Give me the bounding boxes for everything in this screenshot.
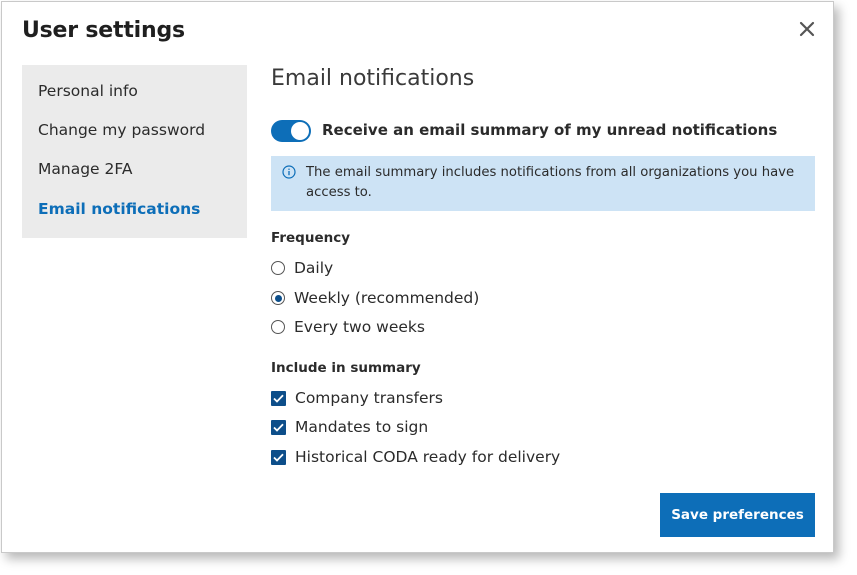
frequency-label: Frequency [271,230,351,246]
checkbox[interactable] [271,390,286,406]
info-banner: The email summary includes notifications… [271,156,815,211]
info-text: The email summary includes notifications… [306,165,795,200]
close-icon [799,21,815,37]
toggle-knob [291,122,309,140]
radio-button[interactable] [271,320,285,334]
checkbox[interactable] [271,419,286,435]
checkbox-label: Mandates to sign [295,418,429,436]
sidebar-item-manage-2fa[interactable]: Manage 2FA [38,160,132,178]
radio-button[interactable] [271,291,285,305]
checkbox-historical-coda[interactable]: Historical CODA ready for delivery [271,447,560,467]
section-title: Email notifications [271,66,475,91]
checkmark-icon [273,453,284,462]
user-settings-dialog: User settings Personal info Change my pa… [1,1,834,553]
checkbox-company-transfers[interactable]: Company transfers [271,388,443,408]
checkmark-icon [273,394,284,403]
checkbox[interactable] [271,449,286,465]
radio-every-two-weeks[interactable]: Every two weeks [271,317,425,337]
checkbox-label: Company transfers [295,389,443,407]
settings-sidebar: Personal info Change my password Manage … [22,65,247,238]
radio-daily[interactable]: Daily [271,258,333,278]
include-summary-label: Include in summary [271,360,421,376]
checkmark-icon [273,423,284,432]
dialog-title: User settings [22,18,185,43]
radio-label: Every two weeks [294,318,425,336]
radio-label: Daily [294,259,334,277]
checkbox-label: Historical CODA ready for delivery [295,448,561,466]
close-button[interactable] [794,16,820,42]
sidebar-item-email-notifications[interactable]: Email notifications [38,200,200,218]
radio-button[interactable] [271,261,285,275]
checkbox-mandates-to-sign[interactable]: Mandates to sign [271,417,428,437]
radio-weekly[interactable]: Weekly (recommended) [271,288,479,308]
email-summary-toggle[interactable] [271,120,311,142]
sidebar-item-change-password[interactable]: Change my password [38,121,205,139]
sidebar-item-personal-info[interactable]: Personal info [38,82,138,100]
toggle-label: Receive an email summary of my unread no… [322,121,778,139]
info-icon [282,165,296,179]
save-preferences-button[interactable]: Save preferences [660,493,815,537]
radio-label: Weekly (recommended) [294,289,480,307]
